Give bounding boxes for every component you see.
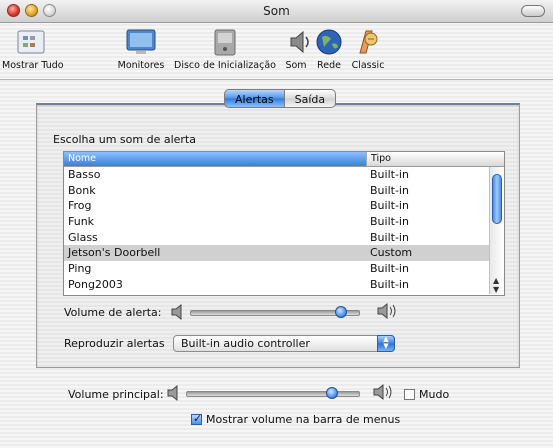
window-title: Som [263,4,290,18]
toolbar-label: Som [285,60,307,71]
toolbar-label: Classic [351,60,385,71]
toolbar-classic[interactable]: Classic [346,27,390,71]
tab-saida[interactable]: Saída [284,89,337,108]
title-bar: Som [0,0,553,23]
table-body: Basso Built-in Bonk Built-in Frog Built-… [64,167,504,293]
toolbar-startup-disk[interactable]: Disco de Inicialização [171,27,279,71]
alert-sound-prompt: Escolha um som de alerta [53,133,196,146]
alert-volume-label: Volume de alerta: [64,306,162,319]
table-row[interactable]: Bonk Built-in [64,183,504,199]
main-volume-label: Volume principal: [68,388,164,401]
toolbar-label: Monitores [117,60,165,71]
table-row[interactable]: Basso Built-in [64,167,504,183]
tab-alertas[interactable]: Alertas [224,89,285,108]
show-volume-menubar-checkbox[interactable]: ✓ [191,412,203,425]
volume-high-icon [376,302,400,320]
toolbar-label: Disco de Inicialização [174,60,276,71]
alert-sounds-table[interactable]: Nome Tipo Basso Built-in Bonk Built-in F… [63,151,505,296]
popup-arrows-icon[interactable]: ▲ ▼ [377,335,395,352]
toolbar-monitores[interactable]: Monitores [111,27,171,71]
scroll-down-arrow-icon[interactable]: ▼ [493,286,499,294]
cell-type: Built-in [370,215,409,229]
cell-type: Built-in [370,277,409,291]
cell-name: Ping [68,262,92,276]
table-row[interactable]: Funk Built-in [64,214,504,230]
speaker-icon [282,27,314,57]
mute-checkbox[interactable] [404,389,415,400]
cell-type: Built-in [370,262,409,276]
play-alerts-label: Reproduzir alertas [64,337,165,350]
monitor-icon [125,27,157,57]
volume-low-icon [170,303,186,321]
toolbar-rede[interactable]: Rede [312,27,346,71]
column-header-type[interactable]: Tipo [366,152,504,166]
show-all-icon [15,27,47,57]
classic-icon [352,27,384,57]
cell-name: Basso [68,168,101,181]
cell-type: Built-in [370,168,409,181]
cell-name: Bonk [68,183,96,197]
cell-name: Frog [68,199,92,213]
column-header-name[interactable]: Nome [64,152,366,166]
cell-name: Funk [68,215,95,229]
startup-disk-icon [209,27,241,57]
volume-low-icon [166,384,182,402]
cell-type: Built-in [370,199,409,213]
toolbar-toggle-button[interactable] [521,5,545,17]
toolbar-show-all[interactable]: Mostrar Tudo [2,27,64,71]
scroll-up-arrow-icon[interactable]: ▲ [493,277,499,285]
volume-high-icon [372,383,396,401]
cell-type: Built-in [370,183,409,197]
table-row[interactable]: Glass Built-in [64,229,504,246]
mute-label: Mudo [419,388,450,401]
list-scrollbar[interactable]: ▲ ▼ [489,167,504,294]
cell-name: Pong2003 [68,277,123,291]
table-row[interactable]: Frog Built-in [64,198,504,215]
toolbar-label: Rede [317,60,341,71]
popup-value: Built-in audio controller [181,337,310,350]
show-volume-menubar-label: Mostrar volume na barra de menus [206,413,401,426]
tab-bar: Alertas Saída [224,89,337,109]
cell-type: Custom [370,246,413,260]
checkmark-icon: ✓ [193,412,203,425]
table-row-selected[interactable]: Jetson's Doorbell Custom [64,245,504,262]
table-row[interactable]: Pong2003 Built-in [64,277,504,293]
toolbar-label: Mostrar Tudo [2,60,64,71]
table-row[interactable]: Ping Built-in [64,261,504,277]
main-volume-knob[interactable] [326,387,339,399]
toolbar-som[interactable]: Som [282,27,310,71]
table-header: Nome Tipo [64,152,504,167]
cell-name: Jetson's Doorbell [68,246,161,260]
scrollbar-thumb[interactable] [492,174,502,224]
preferences-toolbar: Mostrar Tudo Monitores Disco de Iniciali… [0,23,553,80]
alert-device-popup[interactable]: Built-in audio controller ▲ ▼ [173,335,395,352]
cell-type: Built-in [370,230,409,244]
cell-name: Glass [68,230,98,244]
globe-icon [313,27,345,57]
